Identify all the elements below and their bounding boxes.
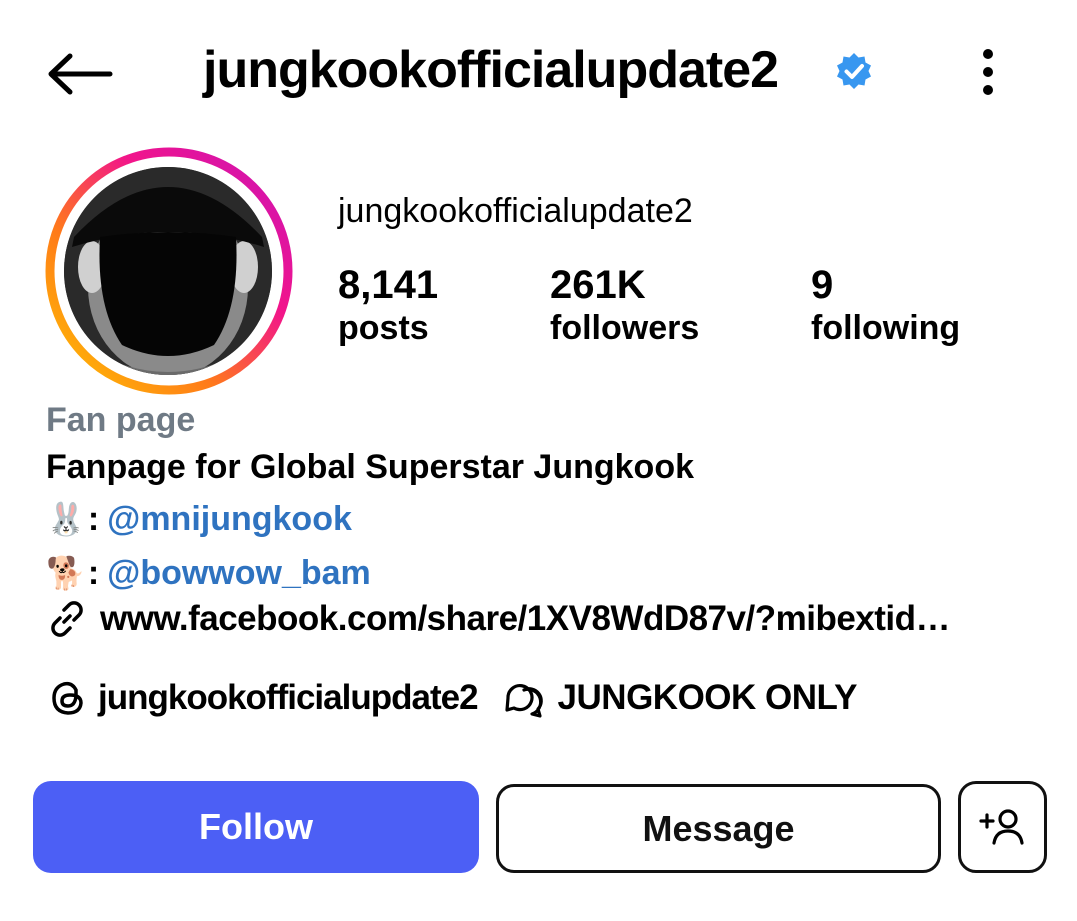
broadcast-channel-icon[interactable]: [502, 676, 550, 720]
separator: :: [87, 554, 100, 592]
stat-followers[interactable]: 261K followers: [550, 262, 699, 348]
external-link[interactable]: www.facebook.com/share/1XV8WdD87v/?mibex…: [46, 598, 951, 640]
channel-name[interactable]: JUNGKOOK ONLY: [558, 676, 858, 720]
suggested-users-button[interactable]: [958, 781, 1047, 873]
followers-count: 261K: [550, 263, 646, 307]
posts-count: 8,141: [338, 263, 439, 307]
bio-line-dog: 🐕 : @bowwow_bam: [46, 552, 371, 594]
bio-line-rabbit: 🐰 : @mnijungkook: [46, 498, 352, 540]
bio-text: Fanpage for Global Superstar Jungkook: [46, 448, 694, 486]
posts-label: posts: [338, 309, 429, 347]
threads-icon[interactable]: [46, 676, 90, 720]
threads-and-channel-row: jungkookofficialupdate2 JUNGKOOK ONLY: [46, 676, 858, 720]
verified-badge-icon: [837, 53, 871, 89]
profile-username: jungkookofficialupdate2: [338, 192, 693, 230]
page-title: jungkookofficialupdate2: [203, 41, 779, 99]
mention-link[interactable]: @bowwow_bam: [107, 552, 371, 594]
rabbit-emoji-icon: 🐰: [46, 501, 86, 537]
category-label: Fan page: [46, 401, 196, 439]
dog-emoji-icon: 🐕: [46, 555, 86, 591]
message-button[interactable]: Message: [496, 784, 941, 873]
back-arrow-icon[interactable]: [44, 52, 114, 96]
link-text[interactable]: www.facebook.com/share/1XV8WdD87v/?mibex…: [100, 599, 951, 639]
stat-posts[interactable]: 8,141 posts: [338, 262, 438, 348]
more-options-icon[interactable]: [970, 44, 1006, 100]
add-user-icon: [978, 809, 1024, 845]
following-label: following: [811, 309, 961, 347]
link-icon: [51, 601, 83, 637]
stat-following[interactable]: 9 following: [811, 262, 960, 348]
follow-button[interactable]: Follow: [33, 781, 479, 873]
avatar[interactable]: [64, 167, 272, 375]
followers-label: followers: [550, 309, 700, 347]
threads-handle[interactable]: jungkookofficialupdate2: [98, 676, 479, 720]
following-count: 9: [811, 263, 834, 307]
separator: :: [87, 500, 100, 538]
mention-link[interactable]: @mnijungkook: [107, 498, 352, 540]
